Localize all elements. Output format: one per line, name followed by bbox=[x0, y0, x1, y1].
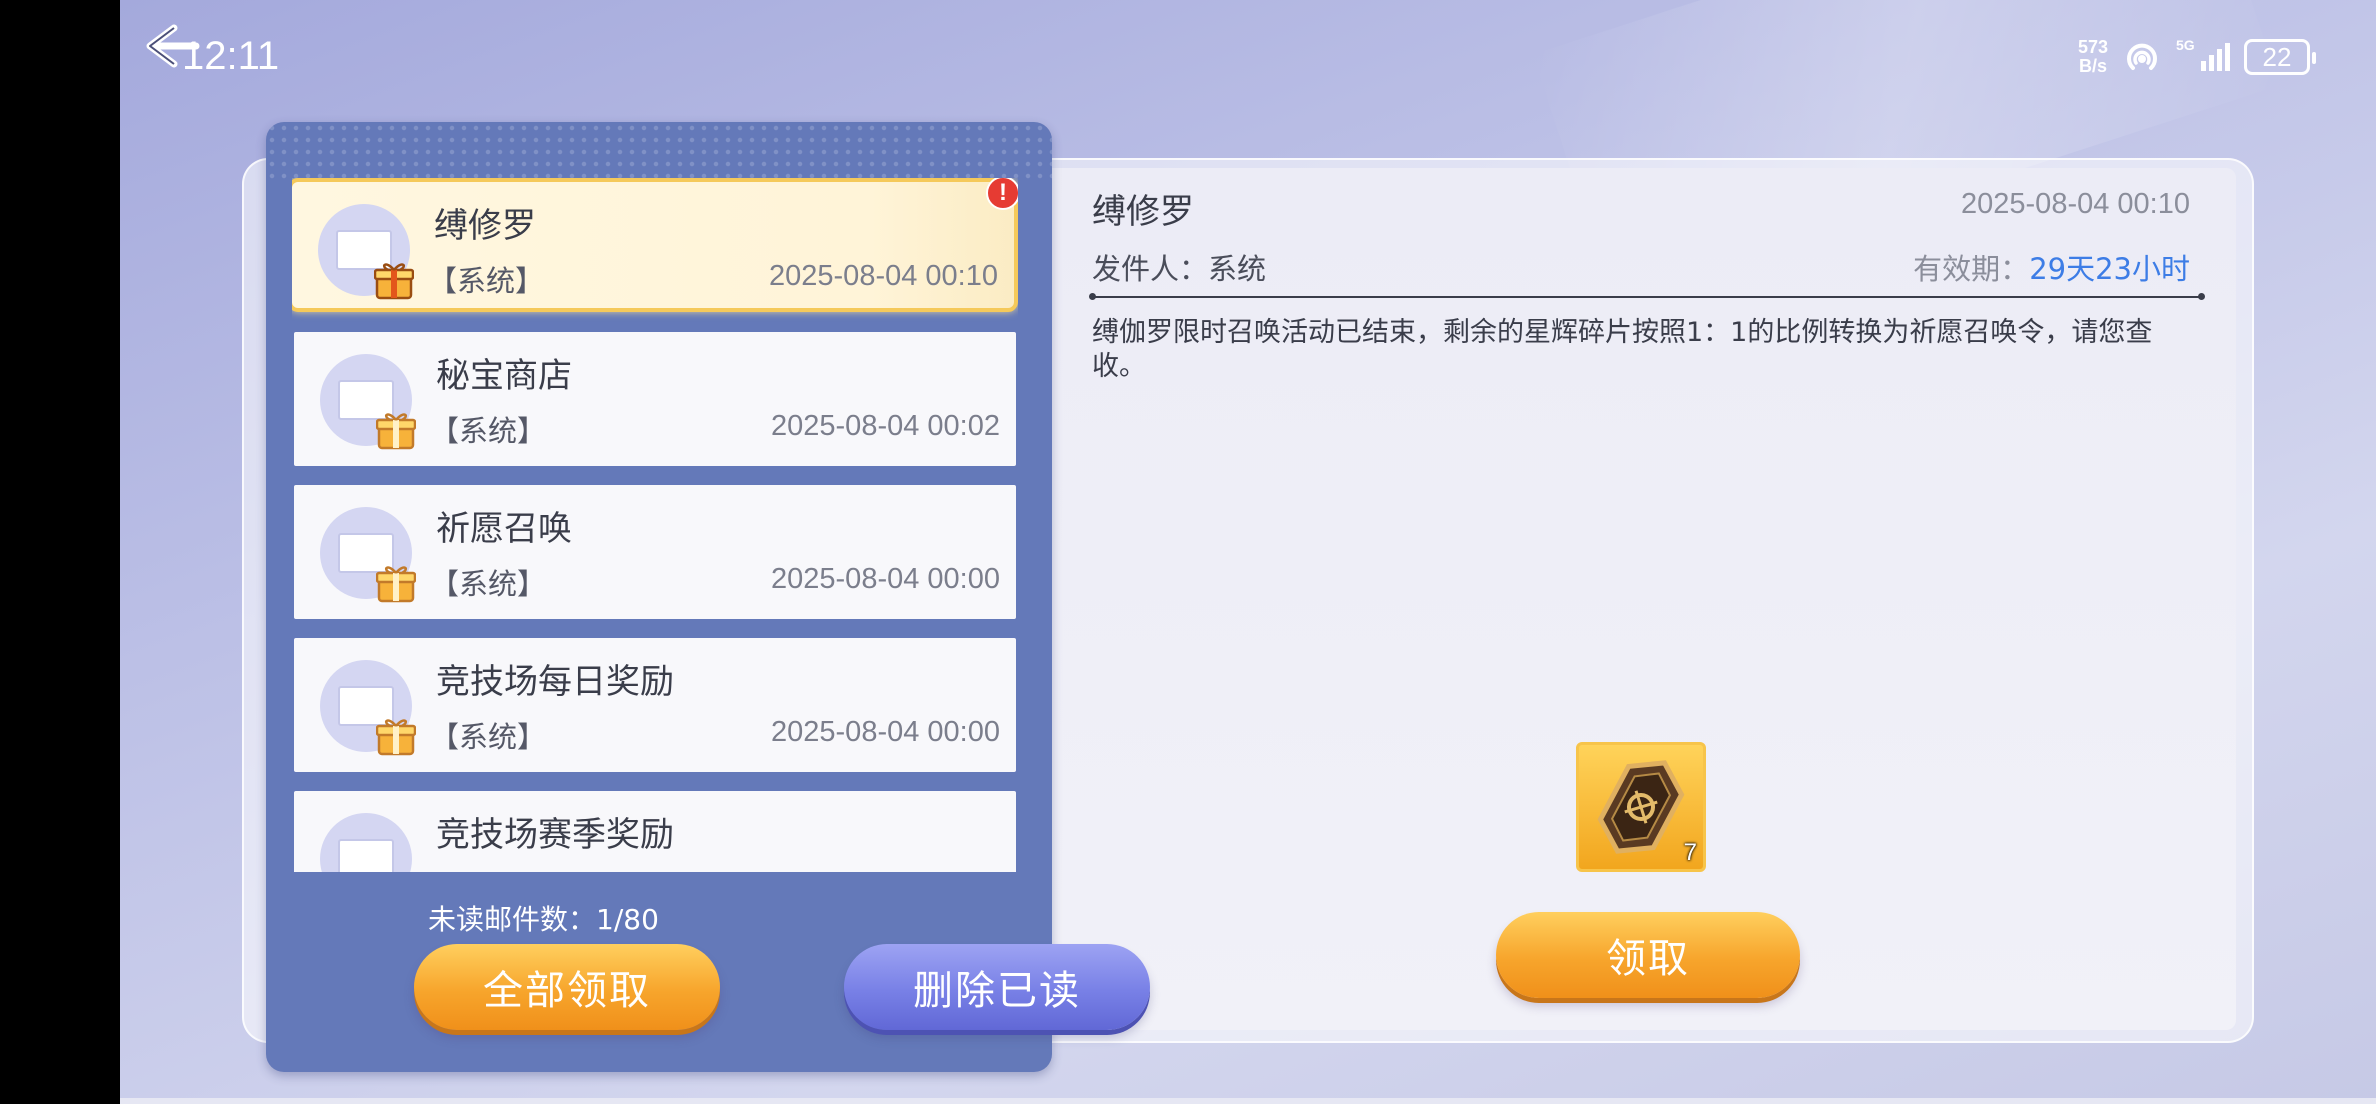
status-icons: 573 B/s 5G 22 bbox=[2078, 37, 2316, 76]
reward-item-slot[interactable]: 7 bbox=[1576, 742, 1706, 872]
mail-item-date: 2025-08-04 00:02 bbox=[771, 410, 1000, 442]
battery-level: 22 bbox=[2262, 41, 2292, 72]
expiry-label: 有效期： bbox=[1913, 252, 2030, 286]
mail-detail-title: 缚修罗 bbox=[1092, 192, 1194, 232]
mail-item[interactable]: 缚修罗 【系统】 2025-08-04 00:10 ! bbox=[292, 178, 1018, 312]
game-screen: 12:11 573 B/s 5G 22 缚修罗 2025-08-04 00:10… bbox=[120, 0, 2376, 1104]
claim-all-button[interactable]: 全部领取 bbox=[414, 944, 720, 1030]
status-time: 12:11 bbox=[182, 34, 280, 78]
gift-icon bbox=[376, 413, 416, 450]
unread-alert-icon: ! bbox=[986, 178, 1018, 210]
mail-item-title: 祈愿召唤 bbox=[436, 509, 572, 549]
signal-icon: 5G bbox=[2176, 37, 2230, 71]
mail-item[interactable]: 祈愿召唤 【系统】 2025-08-04 00:00 bbox=[294, 485, 1016, 619]
unread-count: 未读邮件数：1/80 bbox=[428, 903, 659, 936]
mail-list[interactable]: 缚修罗 【系统】 2025-08-04 00:10 ! 秘宝商店 【系统】 20… bbox=[292, 178, 1018, 872]
mail-item-title: 缚修罗 bbox=[434, 206, 536, 246]
net-speed: 573 B/s bbox=[2078, 38, 2108, 76]
mail-item-sender: 【系统】 bbox=[428, 264, 545, 298]
battery-icon: 22 bbox=[2244, 39, 2316, 75]
mail-item-title: 竞技场赛季奖励 bbox=[436, 815, 674, 855]
mail-item-date: 2025-08-04 00:10 bbox=[769, 260, 998, 292]
hotspot-icon bbox=[2127, 43, 2157, 70]
gift-icon bbox=[376, 719, 416, 756]
mail-item-title: 竞技场每日奖励 bbox=[436, 662, 674, 702]
expiry-value: 29天23小时 bbox=[2029, 252, 2190, 286]
gift-icon bbox=[374, 263, 414, 300]
net-speed-unit: B/s bbox=[2078, 56, 2107, 76]
mail-item-sender: 【系统】 bbox=[430, 414, 547, 448]
mail-item-date: 2025-08-04 00:00 bbox=[771, 716, 1000, 748]
detail-divider bbox=[1089, 293, 2205, 300]
delete-read-button[interactable]: 删除已读 bbox=[844, 944, 1150, 1030]
mail-item[interactable]: 竞技场赛季奖励 bbox=[294, 791, 1016, 872]
mail-detail-expiry: 有效期：29天23小时 bbox=[1913, 246, 2190, 288]
mail-item-sender: 【系统】 bbox=[430, 720, 547, 754]
mail-item[interactable]: 竞技场每日奖励 【系统】 2025-08-04 00:00 bbox=[294, 638, 1016, 772]
mail-item-date: 2025-08-04 00:00 bbox=[771, 563, 1000, 595]
network-type: 5G bbox=[2176, 37, 2195, 53]
mail-item-sender: 【系统】 bbox=[430, 567, 547, 601]
net-speed-value: 573 bbox=[2077, 37, 2108, 57]
mail-item[interactable]: 秘宝商店 【系统】 2025-08-04 00:02 bbox=[294, 332, 1016, 466]
reward-count: 7 bbox=[1683, 839, 1697, 866]
mail-detail-date: 2025-08-04 00:10 bbox=[1961, 188, 2190, 220]
mail-detail-sender: 发件人：系统 bbox=[1092, 252, 1267, 286]
envelope-icon bbox=[320, 813, 412, 872]
mail-item-title: 秘宝商店 bbox=[436, 356, 572, 396]
mail-detail-body: 缚伽罗限时召唤活动已结束，剩余的星辉碎片按照1：1的比例转换为祈愿召唤令，请您查… bbox=[1092, 317, 2153, 382]
gift-icon bbox=[376, 566, 416, 603]
left-black-bar bbox=[0, 0, 120, 1104]
claim-button[interactable]: 领取 bbox=[1496, 912, 1800, 998]
